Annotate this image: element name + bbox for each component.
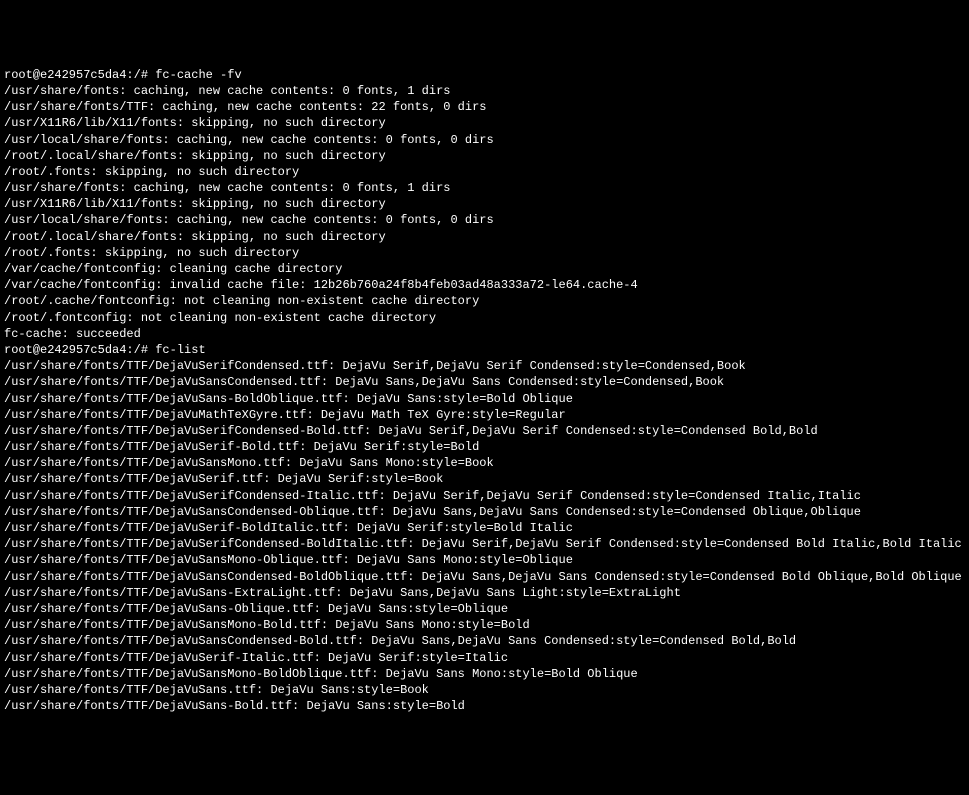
output-line: /usr/share/fonts/TTF/DejaVuSerif.ttf: De… [4,471,965,487]
output-line: /usr/share/fonts/TTF/DejaVuSans.ttf: Dej… [4,682,965,698]
output-line: /usr/share/fonts: caching, new cache con… [4,83,965,99]
output-line: /usr/share/fonts: caching, new cache con… [4,180,965,196]
output-line: /var/cache/fontconfig: invalid cache fil… [4,277,965,293]
fc-cache-output: /usr/share/fonts: caching, new cache con… [4,83,965,342]
command-text: fc-cache -fv [155,68,241,82]
output-line: /usr/share/fonts/TTF/DejaVuSansCondensed… [4,374,965,390]
output-line: /root/.local/share/fonts: skipping, no s… [4,229,965,245]
output-line: /usr/local/share/fonts: caching, new cac… [4,132,965,148]
output-line: /usr/share/fonts/TTF/DejaVuSans-ExtraLig… [4,585,965,601]
output-line: /root/.fontconfig: not cleaning non-exis… [4,310,965,326]
output-line: /usr/share/fonts/TTF/DejaVuSansMono-Obli… [4,552,965,568]
prompt-line-1: root@e242957c5da4:/# fc-cache -fv [4,67,965,83]
output-line: /usr/share/fonts/TTF/DejaVuSansMono.ttf:… [4,455,965,471]
output-line: /usr/share/fonts/TTF/DejaVuSansCondensed… [4,633,965,649]
output-line: /usr/share/fonts/TTF: caching, new cache… [4,99,965,115]
output-line: /usr/X11R6/lib/X11/fonts: skipping, no s… [4,196,965,212]
output-line: /root/.local/share/fonts: skipping, no s… [4,148,965,164]
output-line: /usr/share/fonts/TTF/DejaVuSerif-Bold.tt… [4,439,965,455]
fc-list-output: /usr/share/fonts/TTF/DejaVuSerifCondense… [4,358,965,714]
output-line: /usr/share/fonts/TTF/DejaVuSans-BoldObli… [4,391,965,407]
shell-prompt: root@e242957c5da4:/# [4,343,155,357]
command-text: fc-list [155,343,205,357]
output-line: /usr/share/fonts/TTF/DejaVuSerifCondense… [4,358,965,374]
output-line: /usr/share/fonts/TTF/DejaVuSans-Oblique.… [4,601,965,617]
output-line: /usr/share/fonts/TTF/DejaVuSerifCondense… [4,423,965,439]
output-line: /usr/share/fonts/TTF/DejaVuSansMono-Bold… [4,617,965,633]
prompt-line-2: root@e242957c5da4:/# fc-list [4,342,965,358]
output-line: /usr/X11R6/lib/X11/fonts: skipping, no s… [4,115,965,131]
output-line: /usr/share/fonts/TTF/DejaVuSans-Bold.ttf… [4,698,965,714]
output-line: /usr/share/fonts/TTF/DejaVuMathTeXGyre.t… [4,407,965,423]
output-line: /usr/share/fonts/TTF/DejaVuSansCondensed… [4,504,965,520]
output-line: /root/.fonts: skipping, no such director… [4,164,965,180]
output-line: /usr/share/fonts/TTF/DejaVuSerif-Italic.… [4,650,965,666]
output-line: /root/.fonts: skipping, no such director… [4,245,965,261]
output-line: /usr/local/share/fonts: caching, new cac… [4,212,965,228]
output-line: /usr/share/fonts/TTF/DejaVuSerifCondense… [4,536,965,552]
shell-prompt: root@e242957c5da4:/# [4,68,155,82]
output-line: /var/cache/fontconfig: cleaning cache di… [4,261,965,277]
output-line: /root/.cache/fontconfig: not cleaning no… [4,293,965,309]
output-line: fc-cache: succeeded [4,326,965,342]
output-line: /usr/share/fonts/TTF/DejaVuSerifCondense… [4,488,965,504]
terminal-output[interactable]: root@e242957c5da4:/# fc-cache -fv/usr/sh… [4,67,965,715]
output-line: /usr/share/fonts/TTF/DejaVuSansMono-Bold… [4,666,965,682]
output-line: /usr/share/fonts/TTF/DejaVuSerif-BoldIta… [4,520,965,536]
output-line: /usr/share/fonts/TTF/DejaVuSansCondensed… [4,569,965,585]
